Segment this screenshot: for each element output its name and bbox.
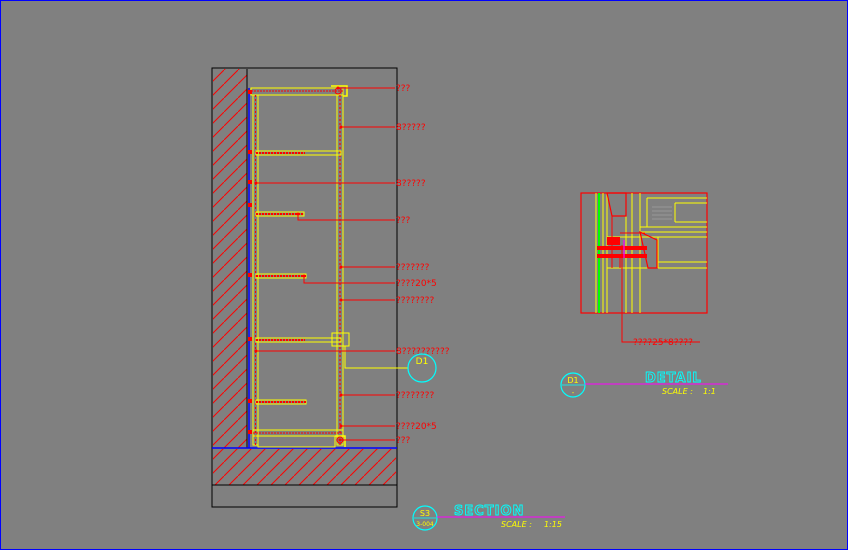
leader-dot bbox=[336, 86, 340, 90]
section-scale-label: SCALE : bbox=[501, 520, 532, 529]
section-callout: ??????? bbox=[339, 263, 430, 273]
section-drawing bbox=[211, 67, 408, 508]
callout-label: ????20*5 bbox=[396, 422, 437, 432]
leader-dot bbox=[339, 298, 343, 302]
leader-dot bbox=[296, 212, 300, 216]
detail-scale-value: 1:1 bbox=[703, 387, 716, 396]
section-title-marker-id: S3 bbox=[420, 509, 430, 518]
detail-scale-label: SCALE : bbox=[662, 387, 693, 396]
section-scale-value: 1:15 bbox=[544, 520, 562, 529]
section-title-marker-sub: 3-004 bbox=[416, 521, 434, 528]
section-callout: ???????? bbox=[339, 391, 434, 401]
callout-label: ???????? bbox=[396, 296, 434, 306]
section-callout: ????20*5 bbox=[339, 422, 437, 432]
viewport-border bbox=[0, 0, 848, 550]
callout-label: 8????? bbox=[396, 123, 426, 133]
leader-line bbox=[297, 214, 395, 221]
detail-title-text: DETAIL bbox=[645, 371, 702, 386]
detail-drawing bbox=[580, 192, 708, 314]
callout-label: 8?????????? bbox=[396, 347, 450, 357]
leader-dot bbox=[338, 438, 342, 442]
cabinet-carcass bbox=[250, 85, 348, 448]
section-title-block: S3 3-004 SECTION SCALE : 1:15 bbox=[412, 504, 565, 531]
detail-callout: ????25*8???? bbox=[621, 245, 700, 348]
shelves bbox=[248, 90, 342, 434]
callout-label: ??? bbox=[396, 84, 411, 94]
section-callouts: ??? 8????? 8??????????????? ????20*5???????… bbox=[254, 84, 450, 446]
section-callout: ??? bbox=[296, 212, 411, 226]
leader-dot bbox=[254, 349, 258, 353]
section-callout: 8?????????? bbox=[254, 347, 450, 357]
callout-label: ??????? bbox=[396, 263, 430, 273]
callout-label: ??? bbox=[396, 216, 411, 226]
left-wall-hatch bbox=[213, 69, 247, 448]
detail-title-marker-id: D1 bbox=[567, 376, 578, 385]
callout-label: 8????? bbox=[396, 179, 426, 189]
detail-marker-d1[interactable]: D1 bbox=[407, 353, 437, 383]
adjustable-shelf-2 bbox=[255, 273, 307, 279]
leader-dot bbox=[339, 265, 343, 269]
section-title-text: SECTION bbox=[454, 504, 524, 519]
adjustable-shelf-3 bbox=[255, 399, 307, 405]
callout-label: ????20*5 bbox=[396, 279, 437, 289]
fixed-shelf-2 bbox=[255, 337, 342, 343]
callout-label: ???????? bbox=[396, 391, 434, 401]
leader-dot bbox=[302, 274, 306, 278]
callout-label: ??? bbox=[396, 436, 411, 446]
leader-line bbox=[303, 276, 395, 284]
detail-title-marker-sub: - bbox=[572, 389, 575, 397]
detail-marker-id: D1 bbox=[416, 357, 429, 367]
detail-title-block: D1 - DETAIL SCALE : 1:1 bbox=[560, 371, 728, 398]
section-callout: ???????? bbox=[339, 296, 434, 306]
leader-dot bbox=[254, 181, 258, 185]
detail-callout-label: ????25*8???? bbox=[633, 338, 693, 348]
section-callout: ??? bbox=[338, 436, 411, 446]
leader-dot bbox=[339, 125, 343, 129]
section-callout: ????20*5 bbox=[302, 274, 437, 289]
section-callout: 8????? bbox=[339, 123, 426, 133]
leader-dot bbox=[339, 424, 343, 428]
leader-dot bbox=[339, 393, 343, 397]
floor-slab-hatch bbox=[213, 449, 396, 485]
fixed-shelf-1 bbox=[255, 150, 342, 156]
cad-drawing-canvas: ??? 8????? 8??????????????? ????20*5???????… bbox=[0, 0, 848, 550]
